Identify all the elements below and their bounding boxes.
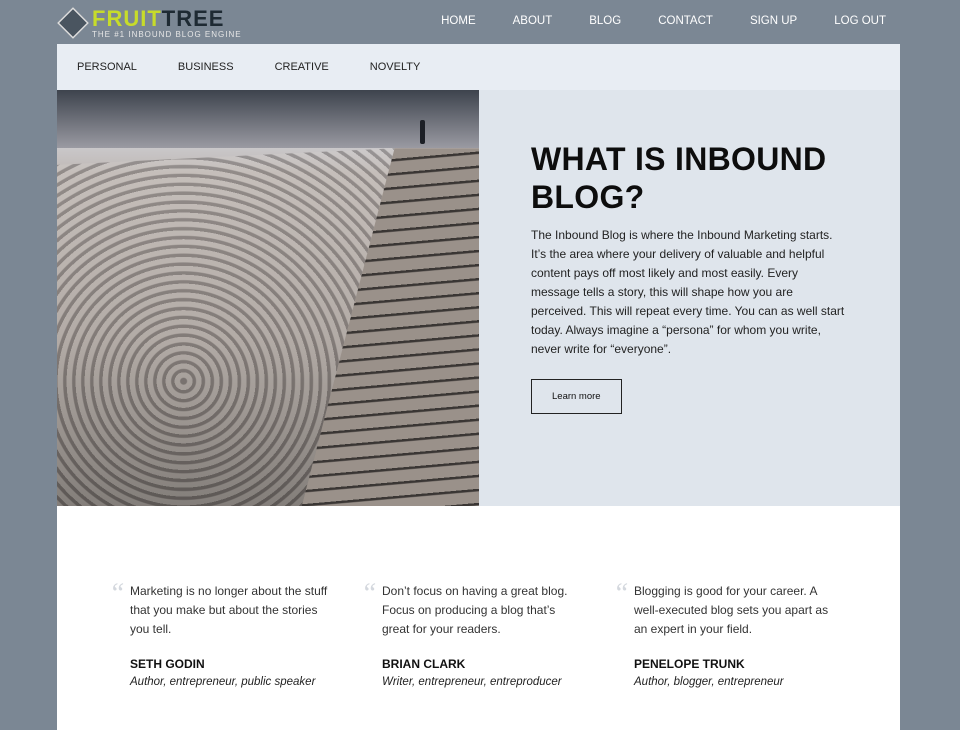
category-personal[interactable]: PERSONAL	[77, 61, 137, 73]
hero-section: WHAT IS INBOUND BLOG? The Inbound Blog i…	[57, 90, 900, 506]
logo-brand-fruit: FRUIT	[92, 5, 162, 31]
quotes-section: “ Marketing is no longer about the stuff…	[57, 506, 900, 688]
category-novelty[interactable]: NOVELTY	[370, 61, 421, 73]
quote-card: “ Marketing is no longer about the stuff…	[109, 578, 361, 688]
logo-tagline: THE #1 INBOUND BLOG ENGINE	[92, 29, 242, 39]
nav-blog[interactable]: BLOG	[589, 15, 621, 27]
nav-log-out[interactable]: LOG OUT	[834, 15, 886, 27]
quote-text: Blogging is good for your career. A well…	[634, 584, 829, 636]
quote-author-role: Writer, entrepreneur, entreproducer	[382, 676, 562, 688]
quote-text: Marketing is no longer about the stuff t…	[130, 584, 328, 636]
quote-card: “ Don’t focus on having a great blog. Fo…	[361, 578, 613, 688]
main-nav: HOME ABOUT BLOG CONTACT SIGN UP LOG OUT	[404, 15, 886, 27]
quote-mark-icon: “	[361, 578, 377, 609]
nav-about[interactable]: ABOUT	[513, 15, 553, 27]
quote-author-role: Author, entrepreneur, public speaker	[130, 676, 316, 688]
quote-mark-icon: “	[109, 578, 125, 609]
category-nav: PERSONAL BUSINESS CREATIVE NOVELTY	[57, 44, 900, 90]
quote-author-role: Author, blogger, entrepreneur	[634, 676, 784, 688]
quote-mark-icon: “	[613, 578, 629, 609]
category-business[interactable]: BUSINESS	[178, 61, 234, 73]
logo-brand-tree: TREE	[161, 5, 225, 31]
quote-card: “ Blogging is good for your career. A we…	[613, 578, 865, 688]
logo-tree-icon	[57, 7, 89, 39]
quote-author: SETH GODIN	[130, 657, 205, 671]
logo[interactable]: FRUITTREE THE #1 INBOUND BLOG ENGINE	[57, 5, 270, 40]
hero-body: The Inbound Blog is where the Inbound Ma…	[531, 228, 845, 356]
page-content: PERSONAL BUSINESS CREATIVE NOVELTY WHAT …	[57, 44, 900, 730]
nav-home[interactable]: HOME	[441, 15, 476, 27]
quote-author: PENELOPE TRUNK	[634, 657, 745, 671]
quote-text: Don’t focus on having a great blog. Focu…	[382, 584, 568, 636]
category-creative[interactable]: CREATIVE	[275, 61, 329, 73]
top-bar: FRUITTREE THE #1 INBOUND BLOG ENGINE HOM…	[0, 0, 960, 44]
hero-text-panel: WHAT IS INBOUND BLOG? The Inbound Blog i…	[479, 90, 900, 506]
hero-title: WHAT IS INBOUND BLOG?	[531, 141, 827, 215]
nav-contact[interactable]: CONTACT	[658, 15, 713, 27]
learn-more-button[interactable]: Learn more	[531, 379, 622, 414]
nav-sign-up[interactable]: SIGN UP	[750, 15, 797, 27]
quote-author: BRIAN CLARK	[382, 657, 466, 671]
hero-image-beach-boardwalk	[57, 90, 479, 506]
